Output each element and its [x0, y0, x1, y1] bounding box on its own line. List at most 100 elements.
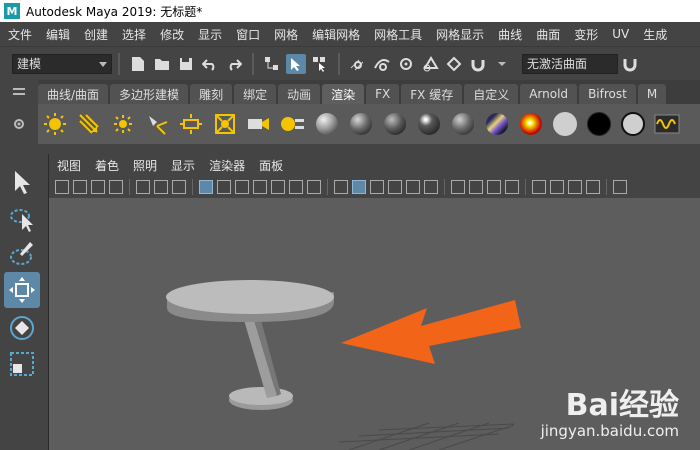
tab-rigging[interactable]: 绑定: [234, 84, 277, 104]
motion-blur-icon[interactable]: [469, 180, 483, 194]
x-ray-joints-icon[interactable]: [568, 180, 582, 194]
shadows-icon[interactable]: [424, 180, 438, 194]
menu-create[interactable]: 创建: [84, 26, 108, 43]
snap-magnet-icon[interactable]: [468, 54, 488, 74]
tab-fx-caching[interactable]: FX 缓存: [401, 84, 463, 104]
tab-poly-modeling[interactable]: 多边形建模: [110, 84, 189, 104]
textured-icon[interactable]: [388, 180, 402, 194]
menu-windows[interactable]: 窗口: [236, 26, 260, 43]
phong-e-sphere-icon[interactable]: [414, 109, 444, 139]
film-gate-icon[interactable]: [217, 180, 231, 194]
tab-mash[interactable]: M: [637, 84, 667, 104]
menu-mesh-display[interactable]: 网格显示: [436, 26, 484, 43]
select-hierarchy-icon[interactable]: [262, 54, 282, 74]
heat-sphere-icon[interactable]: [516, 109, 546, 139]
gear-icon[interactable]: [0, 104, 38, 144]
image-plane-icon[interactable]: [109, 180, 123, 194]
snap-point-icon[interactable]: [396, 54, 416, 74]
render-view-icon[interactable]: [652, 109, 682, 139]
field-chart-icon[interactable]: [271, 180, 285, 194]
anisotropic-sphere-icon[interactable]: [448, 109, 478, 139]
snap-surface-icon[interactable]: [444, 54, 464, 74]
menu-curves[interactable]: 曲线: [498, 26, 522, 43]
backface-culling-icon[interactable]: [586, 180, 600, 194]
new-scene-icon[interactable]: [128, 54, 148, 74]
gate-mask-icon[interactable]: [253, 180, 267, 194]
safe-title-icon[interactable]: [307, 180, 321, 194]
open-scene-icon[interactable]: [152, 54, 172, 74]
paint-select-tool-icon[interactable]: [4, 236, 40, 272]
panel-menu-lighting[interactable]: 照明: [133, 157, 157, 174]
menu-display[interactable]: 显示: [198, 26, 222, 43]
redo-icon[interactable]: [224, 54, 244, 74]
ambient-light-icon[interactable]: [40, 109, 70, 139]
viewport-3d[interactable]: Bai经验 jingyan.baidu.com: [49, 198, 700, 450]
tab-rendering[interactable]: 渲染: [322, 84, 365, 104]
screen-space-ao-icon[interactable]: [451, 180, 465, 194]
menu-file[interactable]: 文件: [8, 26, 32, 43]
tab-sculpting[interactable]: 雕刻: [190, 84, 233, 104]
tab-custom[interactable]: 自定义: [464, 84, 519, 104]
rotate-tool-icon[interactable]: [4, 310, 40, 346]
camera-aim-icon[interactable]: [278, 109, 308, 139]
exposure-icon[interactable]: [613, 180, 627, 194]
panel-menu-renderer[interactable]: 渲染器: [209, 157, 245, 174]
panel-menu-view[interactable]: 视图: [57, 157, 81, 174]
anti-aliasing-icon[interactable]: [487, 180, 501, 194]
white-circle-icon[interactable]: [550, 109, 580, 139]
area-light-icon[interactable]: [176, 109, 206, 139]
snap-grid-icon[interactable]: [348, 54, 368, 74]
bookmark-icon[interactable]: [91, 180, 105, 194]
select-object-icon[interactable]: [286, 53, 306, 74]
shelf-menu-icon[interactable]: [0, 80, 38, 104]
lasso-tool-icon[interactable]: [4, 200, 40, 236]
resolution-gate-icon[interactable]: [235, 180, 249, 194]
camera-attributes-icon[interactable]: [73, 180, 87, 194]
panel-menu-panels[interactable]: 面板: [259, 157, 283, 174]
tab-arnold[interactable]: Arnold: [520, 84, 578, 104]
menu-deform[interactable]: 变形: [574, 26, 598, 43]
x-ray-icon[interactable]: [550, 180, 564, 194]
phong-sphere-icon[interactable]: [380, 109, 410, 139]
use-all-lights-icon[interactable]: [406, 180, 420, 194]
lock-camera-icon[interactable]: [172, 180, 186, 194]
outlined-circle-icon[interactable]: [618, 109, 648, 139]
save-scene-icon[interactable]: [176, 54, 196, 74]
menu-generate[interactable]: 生成: [643, 26, 667, 43]
menu-uv[interactable]: UV: [612, 27, 629, 41]
isolate-select-icon[interactable]: [532, 180, 546, 194]
black-circle-icon[interactable]: [584, 109, 614, 139]
grease-pencil-icon[interactable]: [154, 180, 168, 194]
live-object-field[interactable]: 无激活曲面: [522, 53, 618, 74]
depth-of-field-icon[interactable]: [505, 180, 519, 194]
tab-bifrost[interactable]: Bifrost: [579, 84, 636, 104]
chevron-down-icon[interactable]: [492, 54, 512, 74]
table-model[interactable]: [166, 280, 334, 410]
tab-curves-surfaces[interactable]: 曲线/曲面: [38, 84, 109, 104]
ramp-sphere-icon[interactable]: [482, 109, 512, 139]
select-tool-icon[interactable]: [4, 164, 40, 200]
directional-light-icon[interactable]: [74, 109, 104, 139]
snap-view-plane-icon[interactable]: [420, 54, 440, 74]
spot-light-icon[interactable]: [142, 109, 172, 139]
lambert-sphere-icon[interactable]: [312, 109, 342, 139]
grid-icon[interactable]: [199, 180, 213, 194]
blinn-sphere-icon[interactable]: [346, 109, 376, 139]
undo-icon[interactable]: [200, 54, 220, 74]
panel-menu-shading[interactable]: 着色: [95, 157, 119, 174]
menu-select[interactable]: 选择: [122, 26, 146, 43]
safe-action-icon[interactable]: [289, 180, 303, 194]
scale-tool-icon[interactable]: [4, 346, 40, 382]
magnet-icon[interactable]: [620, 54, 640, 74]
wireframe-icon[interactable]: [334, 180, 348, 194]
move-tool-icon[interactable]: [4, 272, 40, 308]
wireframe-on-shaded-icon[interactable]: [370, 180, 384, 194]
menu-edit-mesh[interactable]: 编辑网格: [312, 26, 360, 43]
smooth-shade-icon[interactable]: [352, 180, 366, 194]
tab-animation[interactable]: 动画: [278, 84, 321, 104]
menu-modify[interactable]: 修改: [160, 26, 184, 43]
menu-set-dropdown[interactable]: 建模: [12, 53, 112, 74]
camera-icon[interactable]: [244, 109, 274, 139]
menu-mesh[interactable]: 网格: [274, 26, 298, 43]
snap-curve-icon[interactable]: [372, 54, 392, 74]
